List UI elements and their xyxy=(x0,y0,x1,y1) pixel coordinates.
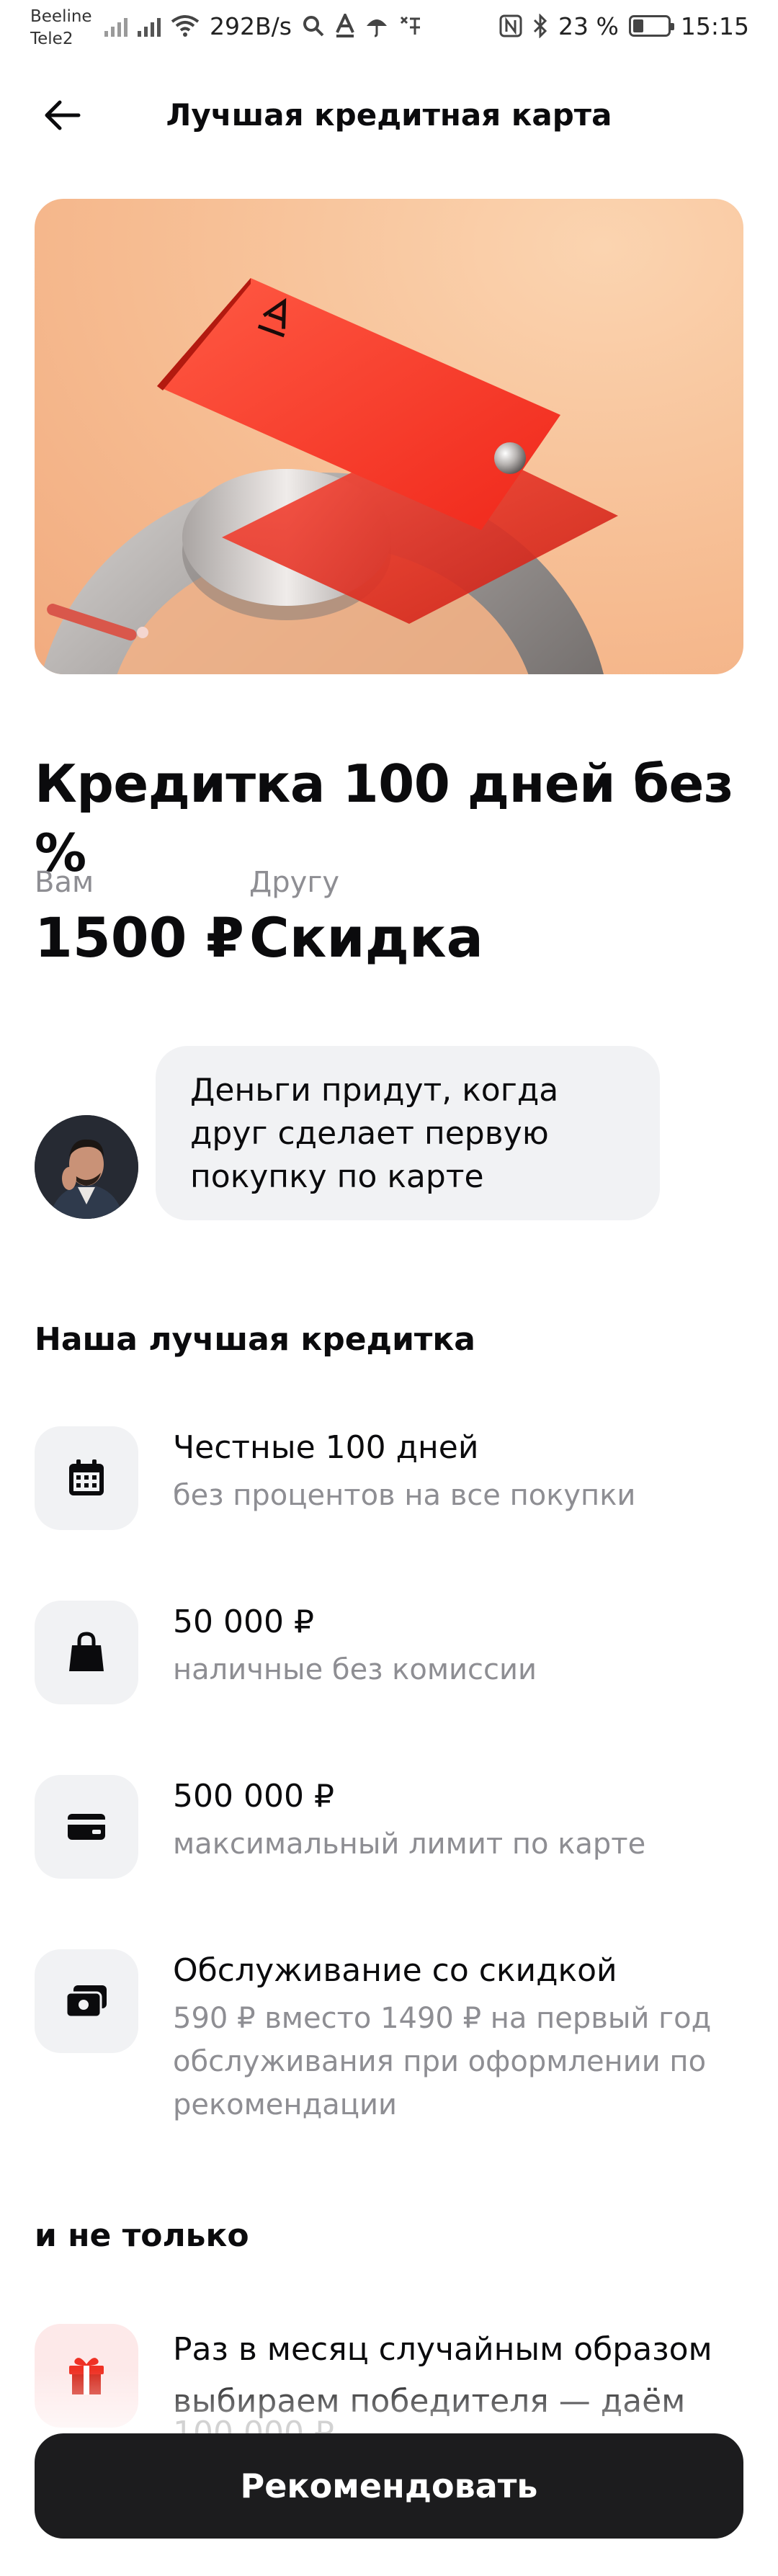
feature-title: Обслуживание со скидкой xyxy=(173,1952,617,1989)
feature-title: 50 000 ₽ xyxy=(173,1604,314,1640)
net-speed: 292B/s xyxy=(210,12,292,40)
feature-title: 500 000 ₽ xyxy=(173,1778,334,1815)
page-title: Лучшая кредитная карта xyxy=(166,97,612,133)
alfa-logo-icon xyxy=(336,14,354,37)
bonus-friend-label: Другу xyxy=(249,866,339,899)
carrier-2: Tele2 xyxy=(30,30,73,48)
status-bar: Beeline Tele2 292B/s 23 % 15:15 xyxy=(0,0,778,58)
feature-subtitle: 590 ₽ вместо 1490 ₽ на первый год обслуж… xyxy=(173,2002,712,2121)
search-icon xyxy=(303,16,324,37)
shopping-bag-icon xyxy=(69,1632,104,1671)
bonus-friend-value: Скидка xyxy=(249,905,483,970)
recommend-button-label: Рекомендовать xyxy=(240,2467,538,2505)
bonus-you-label: Вам xyxy=(35,866,94,899)
app-header: Лучшая кредитная карта xyxy=(0,72,778,158)
calendar-icon xyxy=(69,1459,104,1495)
bonus-you: Вам 1500 ₽ xyxy=(35,864,244,972)
signal-icon xyxy=(104,15,128,37)
signal-icon xyxy=(138,15,161,37)
recommend-button[interactable]: Рекомендовать xyxy=(35,2433,743,2539)
message-bubble: Деньги придут, когда друг сделает первую… xyxy=(156,1046,660,1220)
feature-icon-box xyxy=(35,1601,138,1704)
nfc-icon xyxy=(499,14,522,37)
feature-icon-box xyxy=(35,1426,138,1530)
wifi-icon xyxy=(171,15,200,37)
person-avatar-icon xyxy=(35,1115,138,1219)
carrier-1: Beeline xyxy=(30,7,92,26)
section-title-more: и не только xyxy=(35,2217,249,2254)
umbrella-icon xyxy=(366,19,387,37)
feature-subtitle: максимальный лимит по карте xyxy=(173,1828,646,1861)
status-right: 23 % 15:15 xyxy=(499,10,749,42)
hero-card-illustration xyxy=(35,199,743,674)
wallet-cards-icon xyxy=(65,1985,107,2018)
feature-subtitle: без процентов на все покупки xyxy=(173,1479,636,1512)
avatar xyxy=(35,1115,138,1219)
feature-subtitle: наличные без комиссии xyxy=(173,1653,537,1686)
section-title-best: Наша лучшая кредитка xyxy=(35,1321,475,1358)
feature-title: Честные 100 дней xyxy=(173,1429,479,1466)
bonus-you-value: 1500 ₽ xyxy=(35,905,244,970)
status-left: 292B/s xyxy=(104,10,423,42)
clock: 15:15 xyxy=(680,12,749,40)
bluetooth-icon xyxy=(533,14,547,38)
bonus-friend: Другу Скидка xyxy=(249,864,483,972)
credit-card-icon xyxy=(68,1814,105,1840)
app-notification-icon xyxy=(400,16,420,35)
feature-icon-box xyxy=(35,1775,138,1879)
battery-percent: 23 % xyxy=(558,12,619,40)
battery-icon xyxy=(628,15,674,37)
carrier-names: Beeline Tele2 xyxy=(30,6,92,50)
credit-card-illustration xyxy=(42,278,618,674)
feature-icon-box xyxy=(35,1949,138,2053)
